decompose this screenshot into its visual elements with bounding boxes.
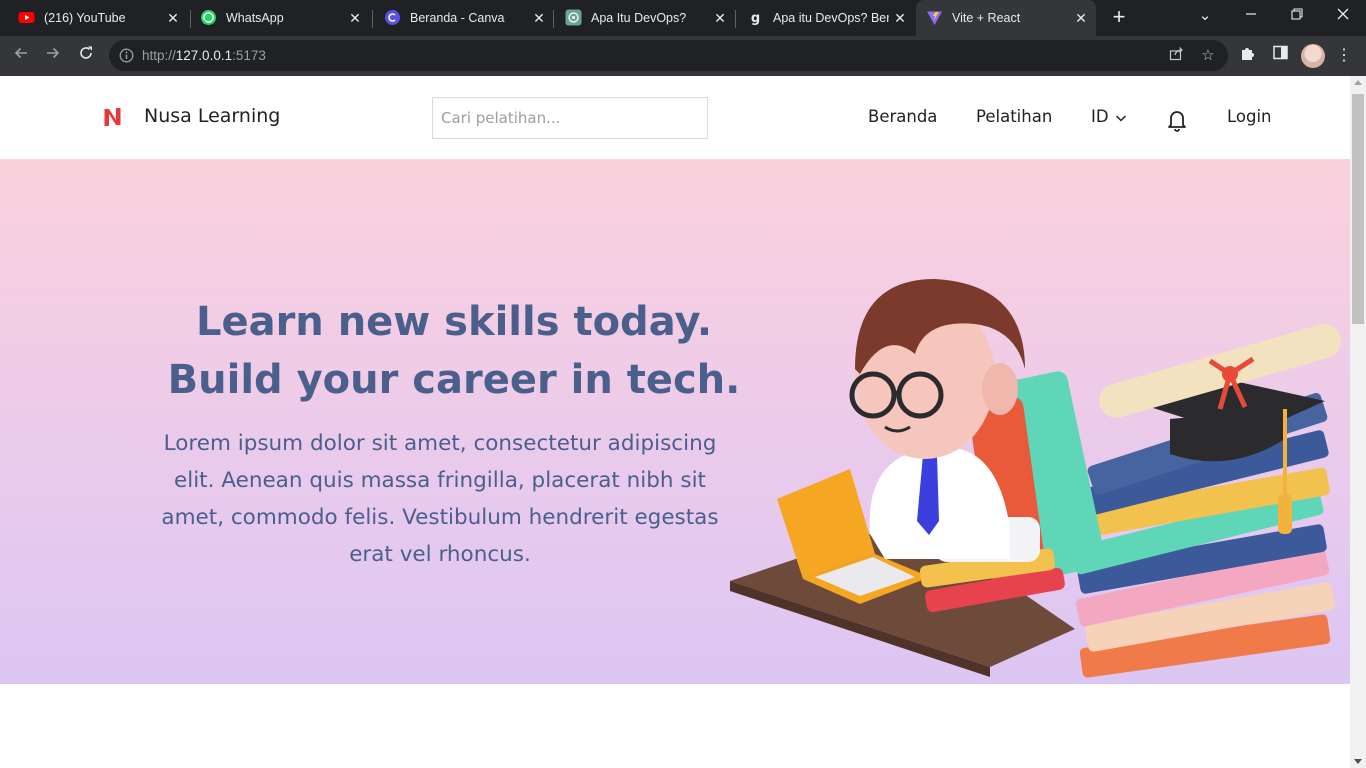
close-icon <box>1337 8 1349 20</box>
url-port: :5173 <box>232 48 266 63</box>
tab-title: Vite + React <box>952 11 1021 25</box>
notification-bell-icon[interactable] <box>1167 108 1187 132</box>
brand-name[interactable]: Nusa Learning <box>144 105 280 127</box>
hero-banner: Learn new skills today. Build your caree… <box>0 159 1350 684</box>
reload-icon <box>80 46 92 59</box>
scrollbar-thumb[interactable] <box>1352 94 1364 324</box>
forward-arrow-icon <box>47 47 60 59</box>
back-arrow-icon <box>14 47 27 59</box>
tab-chatgpt[interactable]: Apa Itu DevOps? ✕ <box>555 0 735 36</box>
glints-icon: g <box>748 10 763 26</box>
browser-menu-icon[interactable]: ⋮ <box>1336 45 1352 67</box>
canva-icon <box>385 10 400 25</box>
hero-description: Lorem ipsum dolor sit amet, consectetur … <box>161 431 719 567</box>
profile-avatar[interactable] <box>1301 44 1325 68</box>
url-text: http://127.0.0.1:5173 <box>142 48 266 64</box>
nusa-logo-icon[interactable] <box>103 106 122 128</box>
reload-button[interactable] <box>74 44 98 68</box>
page-scrollbar[interactable] <box>1350 76 1366 768</box>
nav-link-beranda[interactable]: Beranda <box>868 107 937 126</box>
share-icon[interactable] <box>1166 46 1186 66</box>
tab-title: (216) YouTube <box>44 11 126 25</box>
url-host: 127.0.0.1 <box>175 48 233 63</box>
restore-icon <box>1291 8 1303 20</box>
tab-youtube[interactable]: (216) YouTube ✕ <box>8 0 188 36</box>
tab-title: WhatsApp <box>226 11 284 25</box>
hero-title: Learn new skills today. Build your caree… <box>130 293 778 409</box>
new-tab-button[interactable]: + <box>1106 6 1132 30</box>
whatsapp-icon <box>201 10 216 25</box>
tab-search-chevron-icon[interactable]: ⌄ <box>1190 4 1220 28</box>
language-selector[interactable]: ID <box>1091 107 1109 126</box>
browser-toolbar: http://127.0.0.1:5173 ☆ ⋮ <box>0 36 1366 76</box>
close-window-button[interactable] <box>1328 4 1358 28</box>
url-scheme: http:// <box>142 48 176 63</box>
tab-glints[interactable]: g Apa itu DevOps? Berik ✕ <box>737 0 915 36</box>
site-header: Nusa Learning Beranda Pelatihan ID Login <box>0 76 1350 159</box>
student-with-books-illustration <box>730 279 1341 678</box>
tab-title: Beranda - Canva <box>410 11 505 25</box>
restore-button[interactable] <box>1282 4 1312 28</box>
site-info-icon[interactable] <box>119 48 134 63</box>
minimize-icon <box>1246 13 1256 15</box>
scroll-down-arrow-icon[interactable] <box>1354 759 1362 764</box>
login-link[interactable]: Login <box>1227 107 1272 126</box>
tab-vite-react[interactable]: Vite + React ✕ <box>916 0 1096 36</box>
forward-button[interactable] <box>41 44 65 68</box>
tab-close-icon[interactable]: ✕ <box>530 9 548 27</box>
tab-whatsapp[interactable]: WhatsApp ✕ <box>190 0 370 36</box>
tab-canva[interactable]: Beranda - Canva ✕ <box>374 0 554 36</box>
chevron-down-icon[interactable] <box>1115 112 1127 124</box>
search-input[interactable] <box>432 97 708 139</box>
vite-icon <box>927 11 942 25</box>
tab-close-icon[interactable]: ✕ <box>891 9 909 27</box>
youtube-icon <box>18 12 35 23</box>
tab-close-icon[interactable]: ✕ <box>164 9 182 27</box>
back-button[interactable] <box>9 44 33 68</box>
tab-separator <box>735 10 736 28</box>
side-panel-icon[interactable] <box>1269 45 1291 67</box>
svg-text:g: g <box>751 11 760 26</box>
hero-title-line-2: Build your career in tech. <box>167 357 741 403</box>
chatgpt-icon <box>565 9 582 26</box>
scroll-up-arrow-icon[interactable] <box>1354 80 1362 85</box>
tab-title: Apa Itu DevOps? <box>591 11 687 25</box>
browser-tab-strip: (216) YouTube ✕ WhatsApp ✕ Beranda - Can… <box>0 0 1366 36</box>
extensions-puzzle-icon[interactable] <box>1237 45 1259 67</box>
tab-close-icon[interactable]: ✕ <box>1072 9 1090 27</box>
nav-link-pelatihan[interactable]: Pelatihan <box>976 107 1052 126</box>
page-viewport: Nusa Learning Beranda Pelatihan ID Login… <box>0 76 1350 768</box>
tab-close-icon[interactable]: ✕ <box>346 9 364 27</box>
hero-title-line-1: Learn new skills today. <box>195 299 713 345</box>
tab-separator <box>553 10 554 28</box>
address-bar[interactable]: http://127.0.0.1:5173 ☆ <box>109 40 1228 71</box>
tab-close-icon[interactable]: ✕ <box>711 9 729 27</box>
tab-separator <box>372 10 373 28</box>
minimize-button[interactable] <box>1236 4 1266 28</box>
tab-title: Apa itu DevOps? Berik <box>773 11 889 25</box>
bookmark-star-icon[interactable]: ☆ <box>1198 46 1218 66</box>
